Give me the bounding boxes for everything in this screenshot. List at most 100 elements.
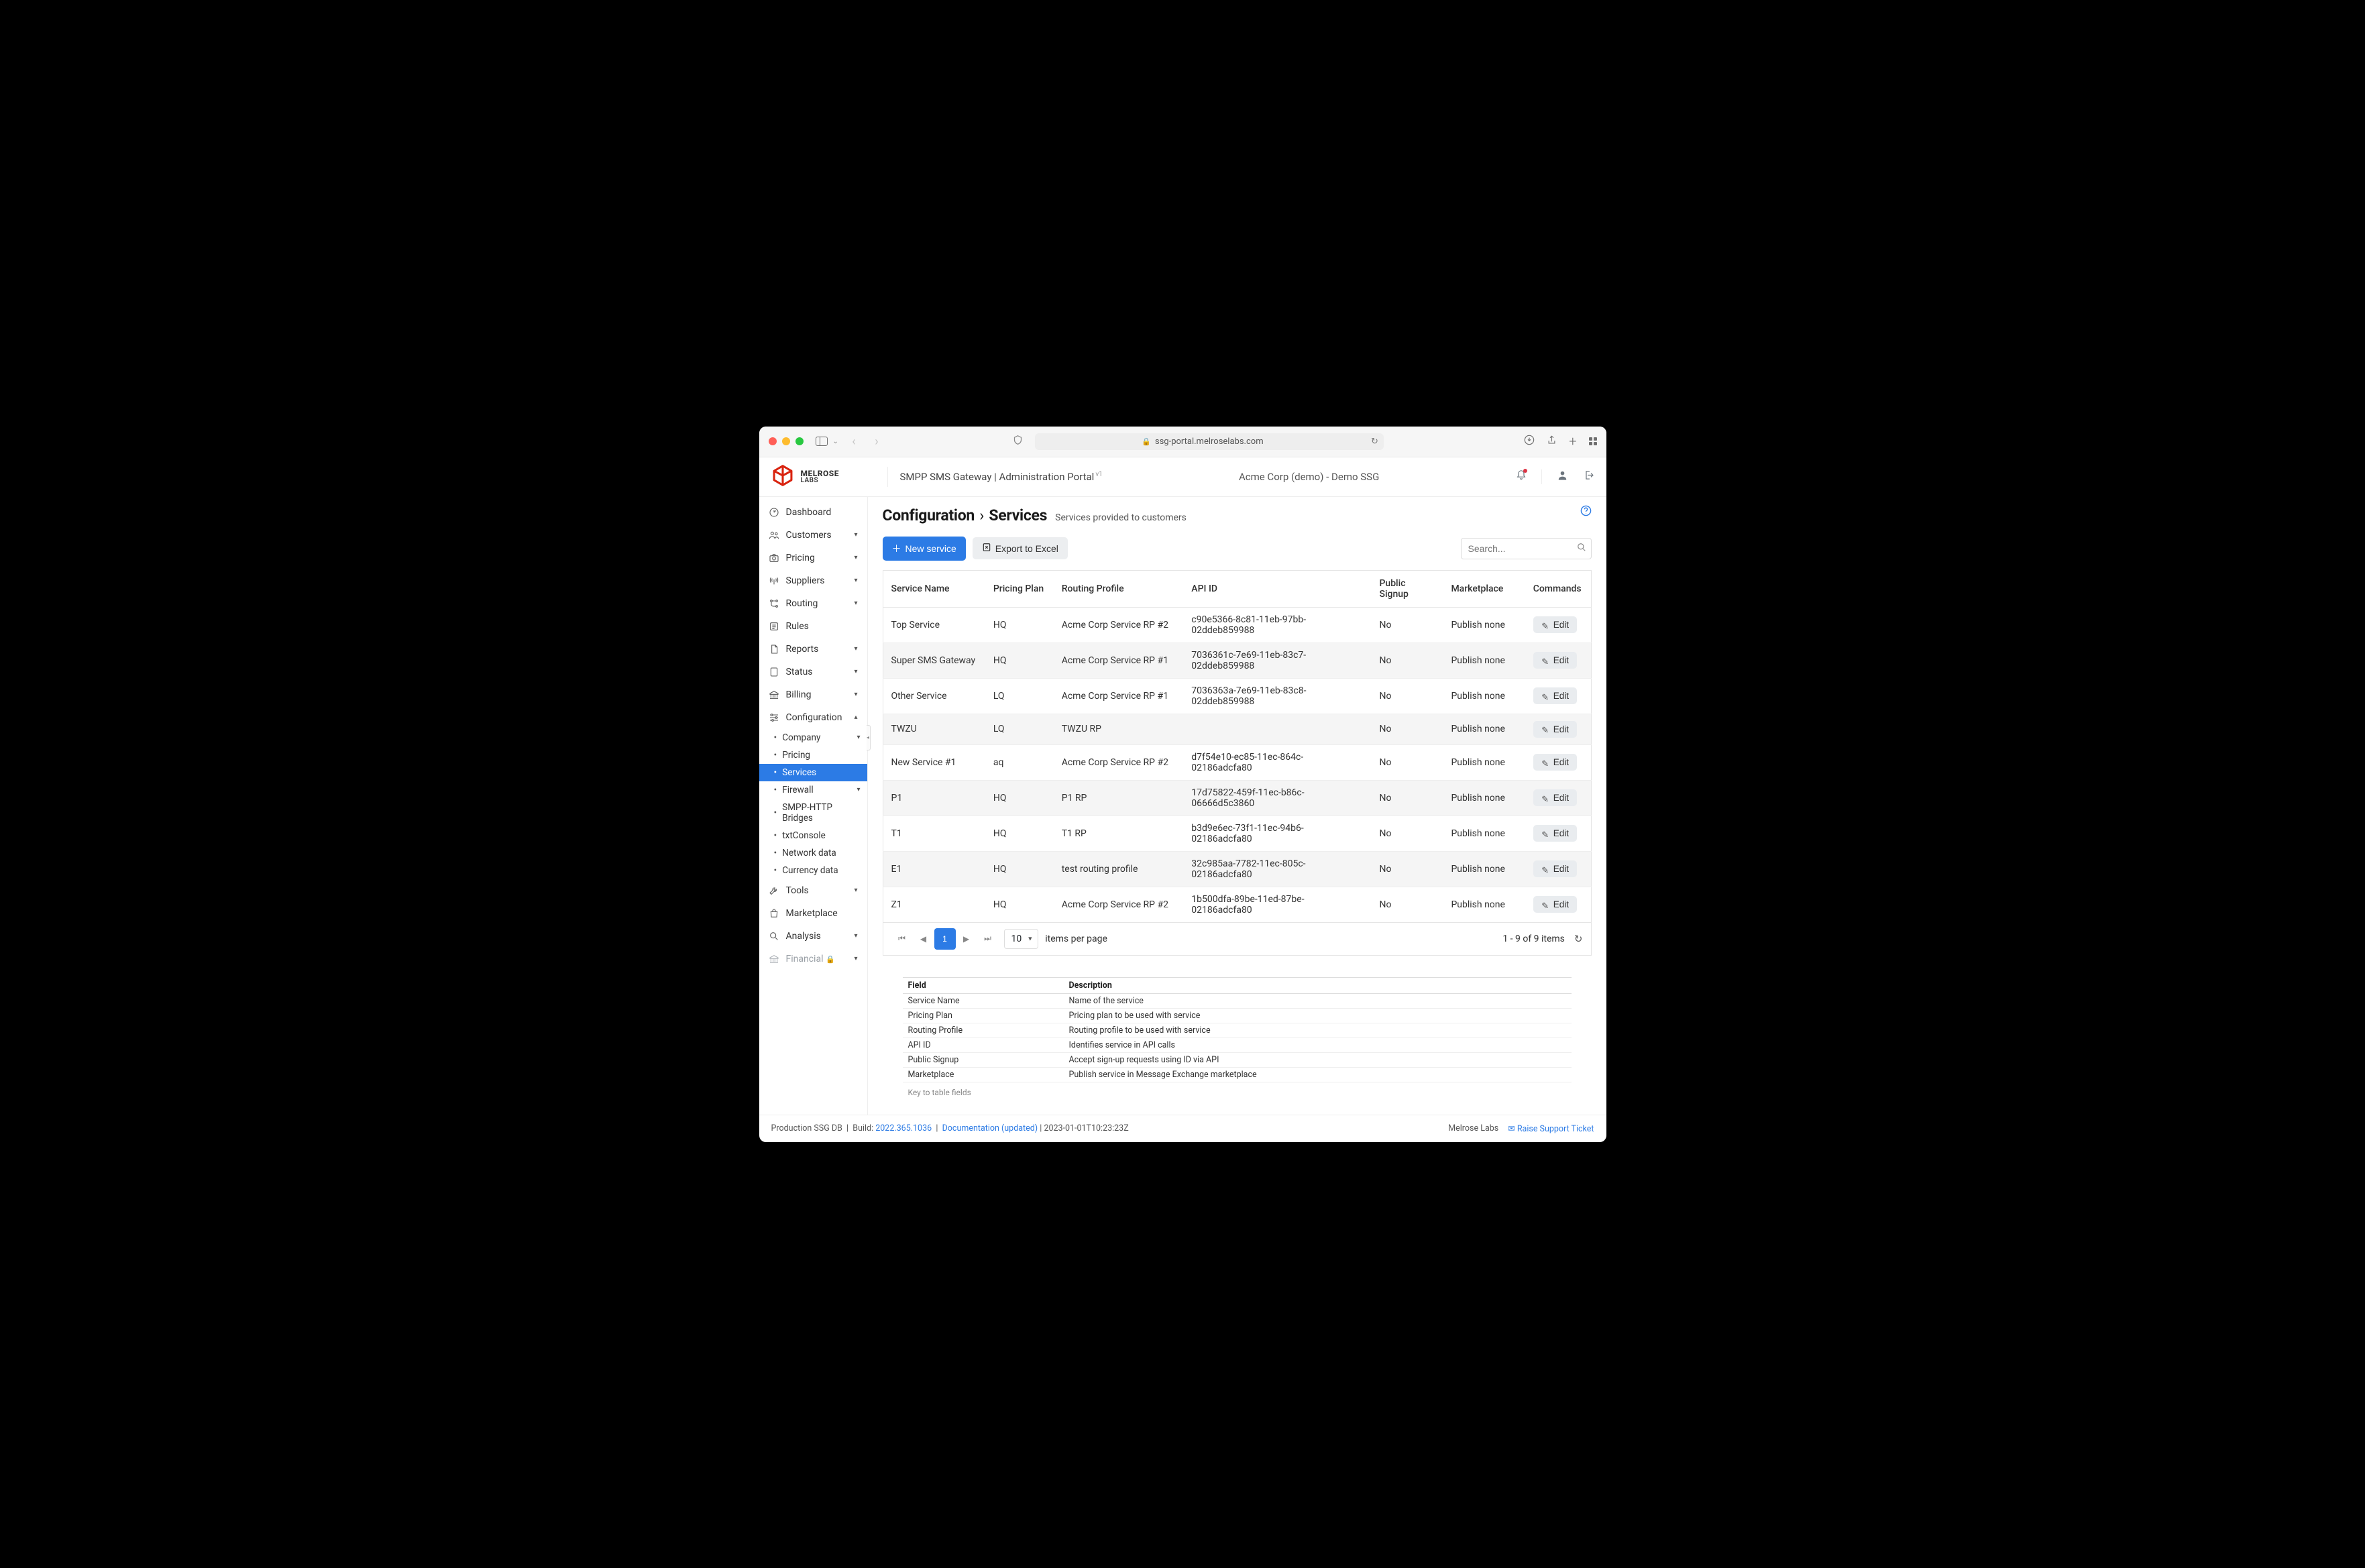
sidebar-item-dashboard[interactable]: Dashboard — [759, 501, 867, 524]
table-row[interactable]: Other ServiceLQAcme Corp Service RP #170… — [883, 678, 1591, 714]
edit-button[interactable]: Edit — [1533, 825, 1577, 842]
col-routing-profile[interactable]: Routing Profile — [1054, 570, 1184, 607]
edit-button[interactable]: Edit — [1533, 754, 1577, 771]
build-link[interactable]: 2022.365.1036 — [875, 1123, 932, 1133]
col-public-signup[interactable]: Public Signup — [1371, 570, 1443, 607]
field-name: API ID — [903, 1038, 1064, 1052]
table-row[interactable]: E1HQtest routing profile32c985aa-7782-11… — [883, 851, 1591, 887]
help-icon[interactable] — [1580, 505, 1592, 519]
sidebar-subitem-label: Pricing — [782, 750, 810, 761]
table-row[interactable]: P1HQP1 RP17d75822-459f-11ec-b86c-06666d5… — [883, 780, 1591, 816]
page-size-select[interactable]: 10 — [1004, 929, 1039, 949]
edit-button[interactable]: Edit — [1533, 721, 1577, 738]
sidebar-item-billing[interactable]: Billing▾ — [759, 683, 867, 706]
table-row[interactable]: TWZULQTWZU RPNoPublish none Edit — [883, 714, 1591, 744]
col-pricing-plan[interactable]: Pricing Plan — [985, 570, 1054, 607]
edit-button[interactable]: Edit — [1533, 687, 1577, 704]
pager-first-button[interactable]: ⏮ — [891, 928, 913, 950]
sidebar-item-suppliers[interactable]: Suppliers▾ — [759, 569, 867, 592]
export-excel-button[interactable]: Export to Excel — [973, 537, 1068, 559]
sidebar-toggle-icon[interactable] — [816, 437, 828, 446]
user-icon[interactable] — [1557, 469, 1568, 484]
tab-overview-icon[interactable] — [1589, 437, 1597, 445]
logo-mark-icon — [771, 464, 794, 490]
field-caption: Key to table fields — [903, 1082, 1572, 1097]
sidebar-subitem-firewall[interactable]: •Firewall▾ — [759, 781, 867, 799]
logout-icon[interactable] — [1583, 469, 1594, 484]
cell-signup: No — [1371, 607, 1443, 642]
collapse-handle[interactable]: ◂ — [867, 725, 871, 750]
sidebar-item-rules[interactable]: Rules — [759, 615, 867, 638]
field-col-header: Field — [903, 977, 1064, 993]
refresh-icon[interactable]: ↻ — [1574, 933, 1583, 945]
reload-icon[interactable]: ↻ — [1371, 437, 1378, 447]
edit-label: Edit — [1553, 691, 1569, 701]
col-service-name[interactable]: Service Name — [883, 570, 985, 607]
maximize-window-button[interactable] — [795, 437, 804, 445]
notifications-icon[interactable] — [1516, 469, 1527, 484]
pager-last-button[interactable]: ⏭ — [977, 928, 999, 950]
sidebar-subitem-smpp-http-bridges[interactable]: •SMPP-HTTP Bridges — [759, 799, 867, 827]
sidebar-item-pricing[interactable]: Pricing▾ — [759, 547, 867, 569]
edit-button[interactable]: Edit — [1533, 896, 1577, 913]
sidebar-item-marketplace[interactable]: Marketplace — [759, 902, 867, 925]
sidebar-item-reports[interactable]: Reports▾ — [759, 638, 867, 661]
field-desc: Name of the service — [1064, 993, 1572, 1008]
col-commands[interactable]: Commands — [1525, 570, 1591, 607]
sidebar-item-configuration[interactable]: Configuration▴ — [759, 706, 867, 729]
pager-prev-button[interactable]: ◀ — [913, 928, 934, 950]
sidebar-item-status[interactable]: Status▾ — [759, 661, 867, 683]
new-tab-icon[interactable]: + — [1569, 433, 1576, 449]
table-row[interactable]: New Service #1aqAcme Corp Service RP #2d… — [883, 744, 1591, 780]
edit-button[interactable]: Edit — [1533, 616, 1577, 633]
cell-route: Acme Corp Service RP #2 — [1054, 607, 1184, 642]
sidebar-subitem-company[interactable]: •Company▾ — [759, 729, 867, 746]
nav-back-button[interactable]: ‹ — [846, 435, 861, 449]
pager-next-button[interactable]: ▶ — [956, 928, 977, 950]
cell-market: Publish none — [1443, 714, 1525, 744]
table-row[interactable]: Top ServiceHQAcme Corp Service RP #2c90e… — [883, 607, 1591, 642]
cell-plan: HQ — [985, 607, 1054, 642]
search-wrap — [1461, 538, 1592, 559]
share-icon[interactable] — [1547, 435, 1557, 449]
downloads-icon[interactable] — [1524, 435, 1535, 448]
edit-button[interactable]: Edit — [1533, 860, 1577, 877]
minimize-window-button[interactable] — [782, 437, 790, 445]
field-row: Pricing PlanPricing plan to be used with… — [903, 1008, 1572, 1023]
page-subtitle: Services provided to customers — [1055, 512, 1187, 523]
users-icon — [769, 530, 779, 541]
table-row[interactable]: T1HQT1 RPb3d9e6ec-73f1-11ec-94b6-02186ad… — [883, 816, 1591, 851]
chevron-down-icon: ▾ — [854, 577, 857, 584]
edit-button[interactable]: Edit — [1533, 652, 1577, 669]
sidebar-item-customers[interactable]: Customers▾ — [759, 524, 867, 547]
documentation-link[interactable]: Documentation (updated) — [942, 1123, 1038, 1133]
sidebar-subitem-txtconsole[interactable]: •txtConsole — [759, 827, 867, 844]
excel-icon — [982, 543, 991, 554]
pencil-icon — [1541, 621, 1549, 629]
sidebar-subitem-network-data[interactable]: •Network data — [759, 844, 867, 862]
close-window-button[interactable] — [769, 437, 777, 445]
edit-button[interactable]: Edit — [1533, 789, 1577, 806]
sidebar-subitem-services[interactable]: •Services — [759, 764, 867, 781]
privacy-shield-icon[interactable] — [1013, 435, 1023, 448]
search-input[interactable] — [1461, 538, 1592, 559]
table-row[interactable]: Super SMS GatewayHQAcme Corp Service RP … — [883, 642, 1591, 678]
url-bar[interactable]: 🔒 ssg-portal.melroselabs.com ↻ — [1035, 433, 1384, 450]
nav-forward-button[interactable]: › — [869, 435, 884, 449]
field-name: Routing Profile — [903, 1023, 1064, 1038]
col-api-id[interactable]: API ID — [1183, 570, 1371, 607]
support-link[interactable]: Raise Support Ticket — [1517, 1124, 1594, 1134]
pager-page-1[interactable]: 1 — [934, 928, 956, 950]
sidebar-item-label: Billing — [786, 689, 812, 700]
brand-logo[interactable]: MELROSE LABS — [771, 464, 875, 490]
chevron-down-icon[interactable]: ⌄ — [833, 438, 838, 445]
new-service-button[interactable]: ＋ New service — [883, 537, 966, 561]
sidebar-item-analysis[interactable]: Analysis▾ — [759, 925, 867, 948]
sidebar-item-financial[interactable]: Financial 🔒▾ — [759, 948, 867, 970]
sidebar-item-tools[interactable]: Tools▾ — [759, 879, 867, 902]
sidebar-subitem-currency-data[interactable]: •Currency data — [759, 862, 867, 879]
sidebar-item-routing[interactable]: Routing▾ — [759, 592, 867, 615]
sidebar-subitem-pricing[interactable]: •Pricing — [759, 746, 867, 764]
col-marketplace[interactable]: Marketplace — [1443, 570, 1525, 607]
table-row[interactable]: Z1HQAcme Corp Service RP #21b500dfa-89be… — [883, 887, 1591, 922]
